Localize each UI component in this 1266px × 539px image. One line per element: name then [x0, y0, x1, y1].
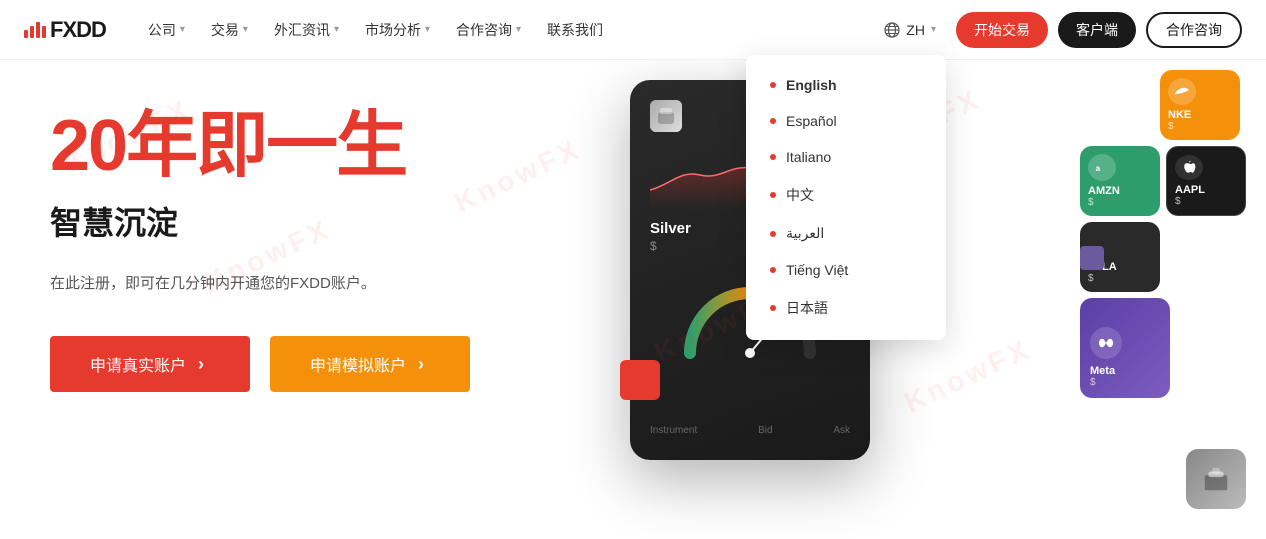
lang-option-arabic[interactable]: العربية — [746, 215, 946, 252]
silver-badge — [650, 100, 682, 132]
dot-icon — [770, 192, 776, 198]
ticker-aapl: AAPL — [1175, 184, 1237, 196]
consult-button[interactable]: 合作咨询 — [1146, 12, 1242, 48]
lang-option-italian[interactable]: Italiano — [746, 139, 946, 175]
navbar: FXDD 公司 ▾ 交易 ▾ 外汇资讯 ▾ 市场分析 ▾ 合作咨询 ▾ 联系我们 — [0, 0, 1266, 60]
dot-icon — [770, 118, 776, 124]
dot-icon — [770, 154, 776, 160]
apple-logo — [1181, 160, 1197, 176]
stock-row-1: NKE $ — [1080, 70, 1246, 140]
nav-item-analysis[interactable]: 市场分析 ▾ — [355, 14, 440, 46]
client-button[interactable]: 客户端 — [1058, 12, 1136, 48]
nav-item-company[interactable]: 公司 ▾ — [138, 14, 195, 46]
dot-icon — [770, 267, 776, 273]
stock-card-nke: NKE $ — [1160, 70, 1240, 140]
hero-buttons: 申请真实账户 › 申请模拟账户 › — [50, 336, 560, 392]
table-header: Instrument Bid Ask — [650, 425, 850, 436]
box-icon — [1201, 464, 1231, 494]
dot-icon — [770, 305, 776, 311]
nike-logo — [1173, 83, 1191, 101]
arrow-icon: › — [418, 354, 424, 375]
stock-card-aapl: AAPL $ — [1166, 146, 1246, 216]
dollar-tsla: $ — [1088, 273, 1152, 284]
apply-demo-account-button[interactable]: 申请模拟账户 › — [270, 336, 470, 392]
chevron-down-icon: ▾ — [243, 24, 248, 35]
chevron-down-icon: ▾ — [516, 24, 521, 35]
arrow-icon: › — [198, 354, 204, 375]
lang-option-japanese[interactable]: 日本語 — [746, 288, 946, 328]
apply-real-account-button[interactable]: 申请真实账户 › — [50, 336, 250, 392]
language-selector[interactable]: ZH ▾ — [874, 16, 946, 44]
hero-left: 20年即一生 智慧沉淀 在此注册，即可在几分钟内开通您的FXDD账户。 申请真实… — [0, 60, 600, 539]
logo-icon — [24, 22, 46, 38]
nav-item-contact[interactable]: 联系我们 — [537, 14, 613, 46]
meta-logo — [1096, 333, 1116, 353]
logo-text: FXDD — [50, 17, 106, 43]
stock-row-2: a AMZN $ AAPL $ — [1080, 146, 1246, 216]
lang-option-chinese[interactable]: 中文 — [746, 175, 946, 215]
dollar-meta: $ — [1090, 377, 1160, 388]
ticker-amzn: AMZN — [1088, 185, 1152, 197]
chevron-down-icon: ▾ — [334, 24, 339, 35]
amazon-logo: a — [1094, 160, 1110, 176]
nav-item-news[interactable]: 外汇资讯 ▾ — [264, 14, 349, 46]
chevron-down-icon: ▾ — [931, 24, 936, 35]
language-dropdown: English Español Italiano 中文 العربية Tiến… — [746, 55, 946, 340]
svg-text:a: a — [1096, 164, 1101, 173]
nav-links: 公司 ▾ 交易 ▾ 外汇资讯 ▾ 市场分析 ▾ 合作咨询 ▾ 联系我们 — [138, 14, 874, 46]
stock-card-amzn: a AMZN $ — [1080, 146, 1160, 216]
lang-label: ZH — [906, 22, 925, 38]
nav-item-partner[interactable]: 合作咨询 ▾ — [446, 14, 531, 46]
nav-item-trade[interactable]: 交易 ▾ — [201, 14, 258, 46]
stock-cards-container: NKE $ a AMZN $ — [1080, 70, 1246, 398]
deco-box-bottom — [1186, 449, 1246, 509]
silver-icon — [650, 100, 682, 132]
logo[interactable]: FXDD — [24, 17, 106, 43]
stock-card-meta: Meta $ — [1080, 298, 1170, 398]
stock-row-3: TSLA $ — [1080, 222, 1246, 292]
lang-option-english[interactable]: English — [746, 67, 946, 103]
chevron-down-icon: ▾ — [425, 24, 430, 35]
hero-subtitle: 智慧沉淀 — [50, 198, 560, 244]
stock-row-4: Meta $ — [1080, 298, 1246, 398]
active-indicator — [770, 82, 776, 88]
dollar-nke: $ — [1168, 121, 1232, 132]
hero-section: KnowFX KnowFX KnowFX KnowFX KnowFX KnowF… — [0, 60, 1266, 539]
hero-description: 在此注册，即可在几分钟内开通您的FXDD账户。 — [50, 272, 560, 296]
dot-icon — [770, 231, 776, 237]
deco-red-square — [620, 360, 660, 400]
lang-option-vietnamese[interactable]: Tiếng Việt — [746, 252, 946, 288]
hero-title: 20年即一生 — [50, 110, 560, 182]
dollar-aapl: $ — [1175, 196, 1237, 207]
instrument-table: Instrument Bid Ask — [650, 425, 850, 440]
globe-icon — [884, 22, 900, 38]
nav-right: ZH ▾ 开始交易 客户端 合作咨询 — [874, 12, 1242, 48]
chevron-down-icon: ▾ — [180, 24, 185, 35]
deco-purple-square — [1080, 246, 1104, 270]
lang-option-spanish[interactable]: Español — [746, 103, 946, 139]
ticker-meta: Meta — [1090, 365, 1160, 377]
start-trading-button[interactable]: 开始交易 — [956, 12, 1048, 48]
dollar-amzn: $ — [1088, 197, 1152, 208]
ticker-nke: NKE — [1168, 109, 1232, 121]
